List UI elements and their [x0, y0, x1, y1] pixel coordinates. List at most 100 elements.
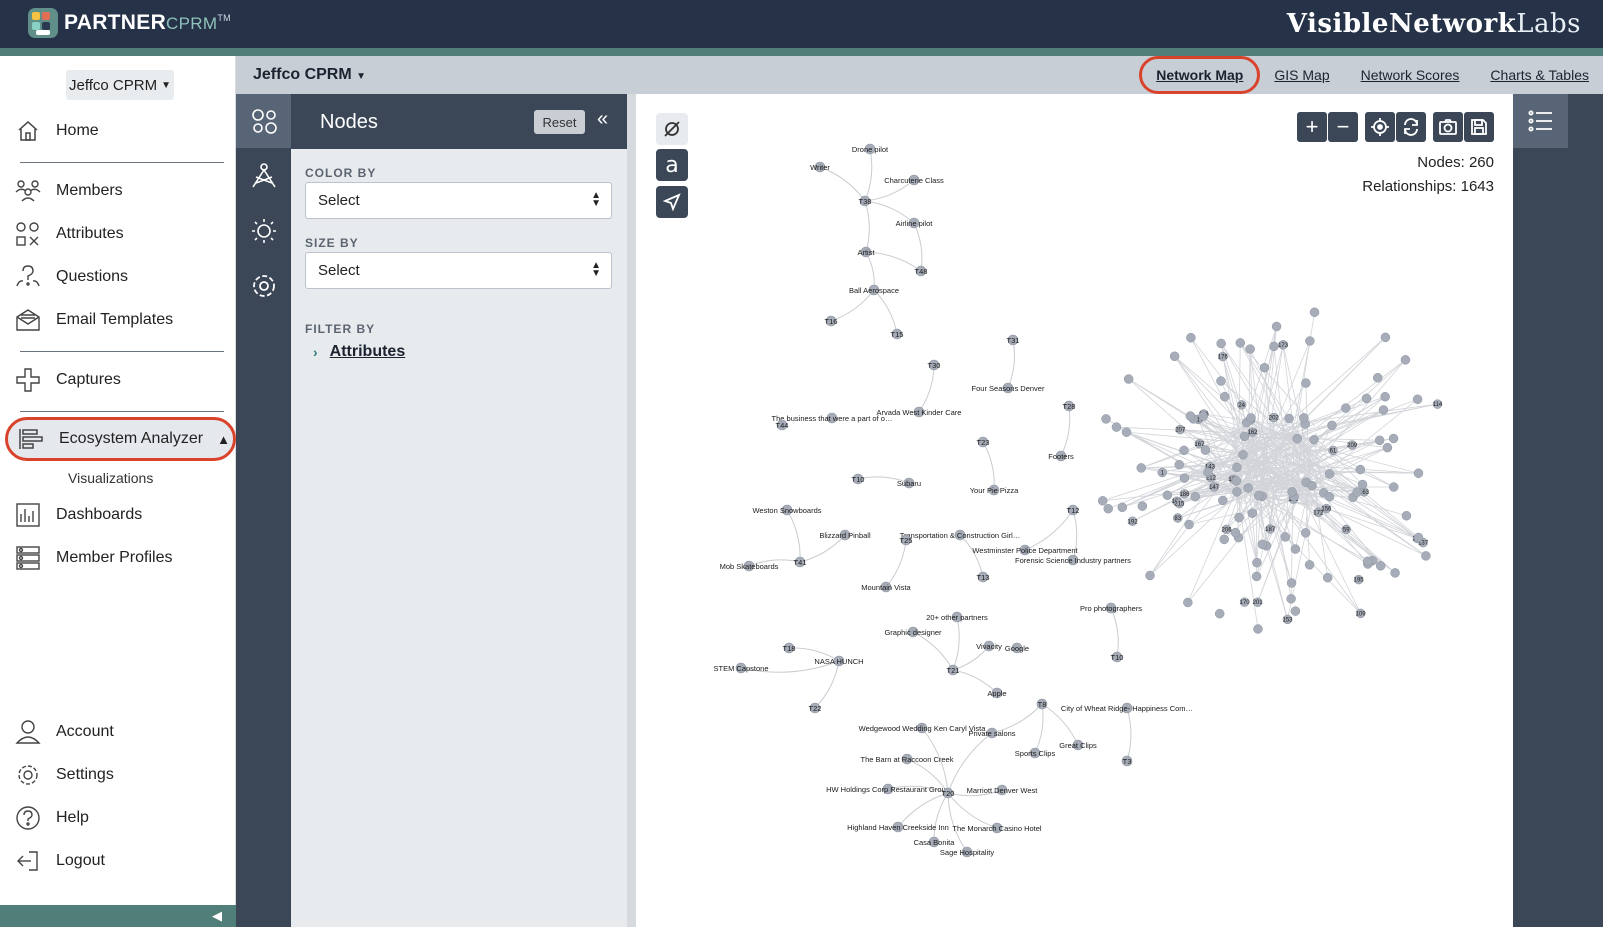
cluster-node[interactable] — [1301, 378, 1311, 388]
cluster-node[interactable] — [1239, 597, 1250, 607]
graph-node[interactable] — [743, 560, 755, 572]
cluster-node[interactable] — [1309, 307, 1320, 318]
graph-node[interactable] — [1011, 642, 1023, 654]
cluster-node[interactable] — [1375, 561, 1386, 571]
cluster-node[interactable] — [1157, 467, 1168, 478]
cluster-node[interactable] — [1259, 362, 1270, 373]
cluster-node[interactable] — [1309, 435, 1319, 445]
graph-node[interactable] — [864, 143, 876, 155]
graph-node[interactable] — [915, 265, 927, 277]
cluster-node[interactable] — [1432, 399, 1443, 409]
save-map-button[interactable] — [1464, 112, 1494, 142]
cluster-node[interactable] — [1280, 532, 1291, 542]
cluster-node[interactable] — [1286, 578, 1297, 588]
cluster-node[interactable] — [1412, 394, 1423, 405]
cluster-node[interactable] — [1363, 559, 1373, 569]
tab-charts-tables[interactable]: Charts & Tables — [1490, 67, 1589, 83]
graph-node[interactable] — [781, 504, 793, 516]
cluster-node[interactable] — [1185, 411, 1196, 421]
graph-node[interactable] — [900, 534, 912, 546]
cluster-node[interactable] — [1137, 501, 1148, 511]
cluster-node[interactable] — [1205, 461, 1215, 472]
graph-node[interactable] — [977, 436, 989, 448]
reset-button[interactable]: Reset — [534, 110, 585, 134]
graph-node[interactable] — [825, 315, 837, 327]
cluster-node[interactable] — [1200, 445, 1211, 455]
graph-node[interactable] — [1019, 544, 1031, 556]
cluster-node[interactable] — [1218, 351, 1228, 362]
cluster-node[interactable] — [1361, 393, 1372, 404]
cluster-node[interactable] — [1300, 419, 1310, 429]
clear-selection-button[interactable] — [656, 113, 688, 145]
cluster-node[interactable] — [1173, 513, 1183, 523]
cluster-node[interactable] — [1357, 479, 1368, 490]
cluster-node[interactable] — [1186, 332, 1196, 343]
graph-node[interactable] — [991, 822, 1003, 834]
cluster-node[interactable] — [1265, 524, 1275, 534]
zoom-out-button[interactable]: − — [1328, 112, 1358, 142]
graph-node[interactable] — [961, 846, 973, 858]
cluster-node[interactable] — [1111, 422, 1122, 432]
edges-tool-button[interactable] — [236, 149, 291, 203]
graph-node[interactable] — [1055, 450, 1067, 462]
graph-node[interactable] — [880, 581, 892, 593]
cluster-node[interactable] — [1246, 413, 1256, 423]
cluster-node[interactable] — [1292, 433, 1302, 444]
tab-gis-map[interactable]: GIS Map — [1274, 67, 1329, 83]
cluster-node[interactable] — [1198, 409, 1209, 419]
graph-node[interactable] — [907, 626, 919, 638]
graph-node[interactable] — [852, 473, 864, 485]
nav-attributes[interactable]: Attributes — [14, 219, 124, 249]
cluster-node[interactable] — [1390, 568, 1400, 578]
cluster-node[interactable] — [1206, 472, 1216, 483]
cluster-node[interactable] — [1179, 445, 1189, 456]
cluster-node[interactable] — [1359, 487, 1369, 497]
graph-node[interactable] — [783, 642, 795, 654]
cluster-node[interactable] — [1174, 459, 1184, 470]
cluster-node[interactable] — [1418, 537, 1428, 548]
cluster-node[interactable] — [1388, 433, 1399, 444]
cluster-node[interactable] — [1290, 606, 1301, 616]
graph-node[interactable] — [839, 529, 851, 541]
nav-member-profiles[interactable]: Member Profiles — [14, 543, 172, 573]
graph-node[interactable] — [928, 359, 940, 371]
nav-logout[interactable]: Logout — [14, 846, 105, 876]
graph-node[interactable] — [908, 217, 920, 229]
graph-node[interactable] — [1121, 702, 1133, 714]
cluster-node[interactable] — [1372, 373, 1383, 383]
cluster-node[interactable] — [1352, 487, 1363, 497]
cluster-node[interactable] — [1127, 516, 1138, 527]
cluster-node[interactable] — [1243, 483, 1253, 493]
graph-node[interactable] — [776, 419, 788, 431]
graph-node[interactable] — [794, 556, 806, 568]
graph-node[interactable] — [901, 753, 913, 765]
cluster-node[interactable] — [1238, 450, 1248, 460]
graph-node[interactable] — [983, 640, 995, 652]
cluster-node[interactable] — [1174, 498, 1185, 509]
cluster-node[interactable] — [1117, 502, 1128, 513]
graph-node[interactable] — [947, 664, 959, 676]
graph-node[interactable] — [916, 722, 928, 734]
graph-node[interactable] — [991, 687, 1003, 699]
graph-node[interactable] — [903, 477, 915, 489]
cluster-node[interactable] — [1362, 556, 1373, 567]
cluster-node[interactable] — [1219, 391, 1230, 402]
cluster-node[interactable] — [1184, 519, 1194, 530]
cluster-node[interactable] — [1136, 463, 1146, 473]
subnav-visualizations[interactable]: Visualizations — [68, 470, 153, 486]
cluster-node[interactable] — [1216, 376, 1226, 386]
graph-node[interactable] — [1067, 554, 1079, 566]
cluster-node[interactable] — [1413, 468, 1424, 478]
cluster-node[interactable] — [1257, 539, 1268, 550]
cluster-node[interactable] — [1321, 503, 1332, 514]
cluster-node[interactable] — [1245, 344, 1255, 354]
graph-node[interactable] — [1002, 382, 1014, 394]
cluster-node[interactable] — [1169, 351, 1180, 362]
center-button[interactable] — [1365, 112, 1395, 142]
cluster-node[interactable] — [1103, 503, 1113, 514]
cluster-node[interactable] — [1232, 487, 1242, 497]
cluster-node[interactable] — [1382, 442, 1393, 453]
cluster-node[interactable] — [1355, 464, 1366, 475]
cluster-node[interactable] — [1282, 614, 1293, 625]
cluster-node[interactable] — [1179, 489, 1190, 499]
